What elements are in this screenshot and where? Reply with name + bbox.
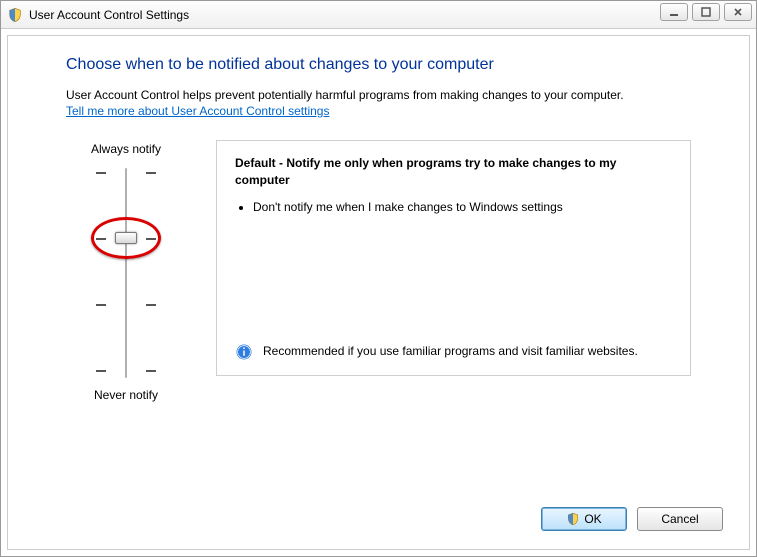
slider-thumb[interactable] [115,232,137,244]
content-frame: Choose when to be notified about changes… [7,35,750,550]
slider-column: Always notify Never notify [66,140,186,404]
slider-tick [96,370,156,372]
slider-tick [96,172,156,174]
recommendation-row: Recommended if you use familiar programs… [235,343,672,361]
intro-text: User Account Control helps prevent poten… [66,88,691,102]
maximize-button[interactable] [692,3,720,21]
window-title: User Account Control Settings [29,8,189,22]
titlebar: User Account Control Settings [1,1,756,29]
description-bullet: Don't notify me when I make changes to W… [253,199,672,216]
close-icon [733,7,743,17]
info-icon [235,343,253,361]
dialog-buttons: OK Cancel [541,507,723,531]
minimize-icon [669,7,679,17]
window-controls [660,3,752,21]
shield-icon [566,512,580,526]
slider-tick [96,304,156,306]
cancel-button[interactable]: Cancel [637,507,723,531]
slider-label-bottom: Never notify [66,388,186,402]
description-title: Default - Notify me only when programs t… [235,155,672,189]
help-link[interactable]: Tell me more about User Account Control … [66,104,329,118]
body-area: Always notify Never notify Default - Not… [66,140,691,404]
close-button[interactable] [724,3,752,21]
cancel-button-label: Cancel [661,512,698,526]
description-bullets: Don't notify me when I make changes to W… [253,199,672,216]
notification-slider[interactable] [96,168,156,378]
page-heading: Choose when to be notified about changes… [66,56,691,74]
slider-label-top: Always notify [66,142,186,156]
description-panel: Default - Notify me only when programs t… [216,140,691,376]
ok-button[interactable]: OK [541,507,627,531]
slider-track [125,168,127,378]
maximize-icon [701,7,711,17]
shield-icon [7,7,23,23]
recommendation-text: Recommended if you use familiar programs… [263,343,638,360]
ok-button-label: OK [584,512,601,526]
minimize-button[interactable] [660,3,688,21]
